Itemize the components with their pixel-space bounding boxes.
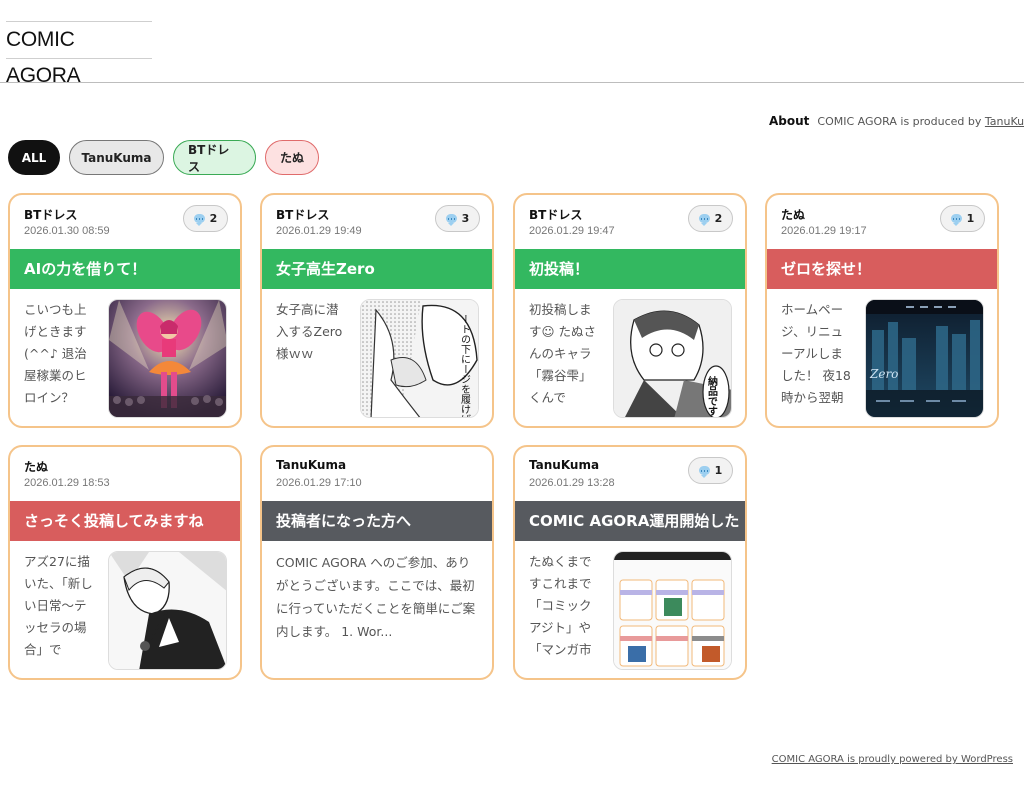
post-title[interactable]: COMIC AGORA運用開始した: [515, 501, 745, 541]
post-card[interactable]: BTドレス 2026.01.30 08:59 2 AIの力を借りて！ こいつも上…: [8, 193, 242, 428]
filter-bt-dress[interactable]: BTドレス: [173, 140, 256, 175]
post-title[interactable]: さっそく投稿してみますね: [10, 501, 240, 541]
post-author: TanuKuma: [529, 458, 600, 472]
post-date: 2026.01.30 08:59: [24, 225, 110, 237]
post-card[interactable]: たぬ 2026.01.29 19:17 1 ゼロを探せ！ ホームページ、リニュー…: [765, 193, 999, 428]
post-date: 2026.01.29 19:17: [781, 225, 867, 237]
post-title[interactable]: 投稿者になった方へ: [262, 501, 492, 541]
post-excerpt: 女子高に潜入するZero様ｗｗ: [276, 302, 343, 361]
post-date: 2026.01.29 17:10: [276, 477, 362, 489]
footer-credit[interactable]: COMIC AGORA is proudly powered by WordPr…: [772, 754, 1013, 765]
zero-logo-text: Zero: [869, 367, 898, 381]
post-card[interactable]: BTドレス 2026.01.29 19:47 2 初投稿！ 初投稿します☺ たぬ…: [513, 193, 747, 428]
post-title[interactable]: 女子高生Zero: [262, 249, 492, 289]
post-date: 2026.01.29 13:28: [529, 477, 615, 489]
post-card[interactable]: たぬ 2026.01.29 18:53 さっそく投稿してみますね アズ27に描い…: [8, 445, 242, 680]
post-author: BTドレス: [529, 208, 583, 222]
comment-bubble-icon: [445, 214, 457, 226]
comment-bubble-icon: [698, 466, 710, 478]
post-excerpt: アズ27に描いた、「新しい日常～テッセラの場合」で: [24, 554, 93, 657]
about-label: About: [769, 114, 810, 128]
filter-all[interactable]: ALL: [8, 140, 60, 175]
comment-count: 1: [714, 464, 723, 477]
post-excerpt: COMIC AGORA へのご参加、ありがとうございます。ここでは、最初に行って…: [276, 555, 476, 639]
post-thumbnail[interactable]: [108, 551, 227, 670]
post-card[interactable]: TanuKuma 2026.01.29 17:10 投稿者になった方へ COMI…: [260, 445, 494, 680]
post-author: BTドレス: [276, 208, 330, 222]
post-excerpt: こいつも上げときます(^^♪ 退治屋稼業のヒロイン？: [24, 302, 87, 405]
post-title[interactable]: AIの力を借りて！: [10, 249, 240, 289]
post-title[interactable]: 初投稿！: [515, 249, 745, 289]
about-text: COMIC AGORA is produced by: [817, 115, 985, 128]
post-date: 2026.01.29 18:53: [24, 477, 110, 489]
comment-count-badge[interactable]: 1: [940, 205, 985, 232]
site-title[interactable]: COMIC AGORA: [6, 21, 152, 87]
post-author: TanuKuma: [276, 458, 347, 472]
post-excerpt: ホームページ、リニューアルしました！ 夜18時から翌朝: [781, 302, 851, 405]
post-thumbnail[interactable]: [108, 299, 227, 418]
post-author: たぬ: [781, 208, 806, 222]
magical-girl-illustration: [109, 300, 226, 417]
post-excerpt: 初投稿します☺ たぬさんのキャラ「霧谷雫」くんで: [529, 302, 597, 405]
website-screenshot-thumbnail: Zero: [866, 300, 983, 417]
comment-bubble-icon: [950, 214, 962, 226]
post-thumbnail[interactable]: [613, 551, 732, 670]
comment-count-badge[interactable]: 1: [688, 457, 733, 484]
comment-count: 3: [461, 212, 470, 225]
post-thumbnail[interactable]: 納品です: [613, 299, 732, 418]
comment-bubble-icon: [698, 214, 710, 226]
about-link[interactable]: TanuKuma: [985, 115, 1024, 128]
post-author: BTドレス: [24, 208, 78, 222]
comment-count: 2: [714, 212, 723, 225]
filter-tanukuma[interactable]: TanuKuma: [69, 140, 164, 175]
post-date: 2026.01.29 19:47: [529, 225, 615, 237]
about-line: About COMIC AGORA is produced by TanuKuma: [769, 114, 1024, 128]
category-filters: ALL TanuKuma BTドレス たぬ: [8, 140, 319, 175]
comment-bubble-icon: [193, 214, 205, 226]
comment-count-badge[interactable]: 3: [435, 205, 480, 232]
manga-character-illustration: 納品です: [614, 300, 731, 417]
post-thumbnail[interactable]: ートの下にージを履けばになるがう？: [360, 299, 479, 418]
comment-count: 1: [966, 212, 975, 225]
post-date: 2026.01.29 19:49: [276, 225, 362, 237]
post-excerpt: たぬくまですこれまで「コミックアジト」や「マンガ市: [529, 554, 592, 657]
post-card[interactable]: TanuKuma 2026.01.29 13:28 1 COMIC AGORA運…: [513, 445, 747, 680]
site-screenshot-thumbnail: [614, 552, 731, 669]
comment-count-badge[interactable]: 2: [688, 205, 733, 232]
site-header: COMIC AGORA: [0, 0, 1024, 87]
post-title[interactable]: ゼロを探せ！: [767, 249, 997, 289]
post-card[interactable]: BTドレス 2026.01.29 19:49 3 女子高生Zero 女子高に潜入…: [260, 193, 494, 428]
post-thumbnail[interactable]: Zero: [865, 299, 984, 418]
manga-singer-illustration: [109, 552, 226, 669]
speech-bubble-text: 納品です: [706, 375, 718, 416]
post-author: たぬ: [24, 460, 49, 474]
comment-count-badge[interactable]: 2: [183, 205, 228, 232]
filter-tanu[interactable]: たぬ: [265, 140, 319, 175]
manga-panel-illustration: ートの下にージを履けばになるがう？: [361, 300, 478, 418]
speech-bubble-text: ートの下にージを履けばになるがう？: [459, 314, 471, 418]
comment-count: 2: [209, 212, 218, 225]
